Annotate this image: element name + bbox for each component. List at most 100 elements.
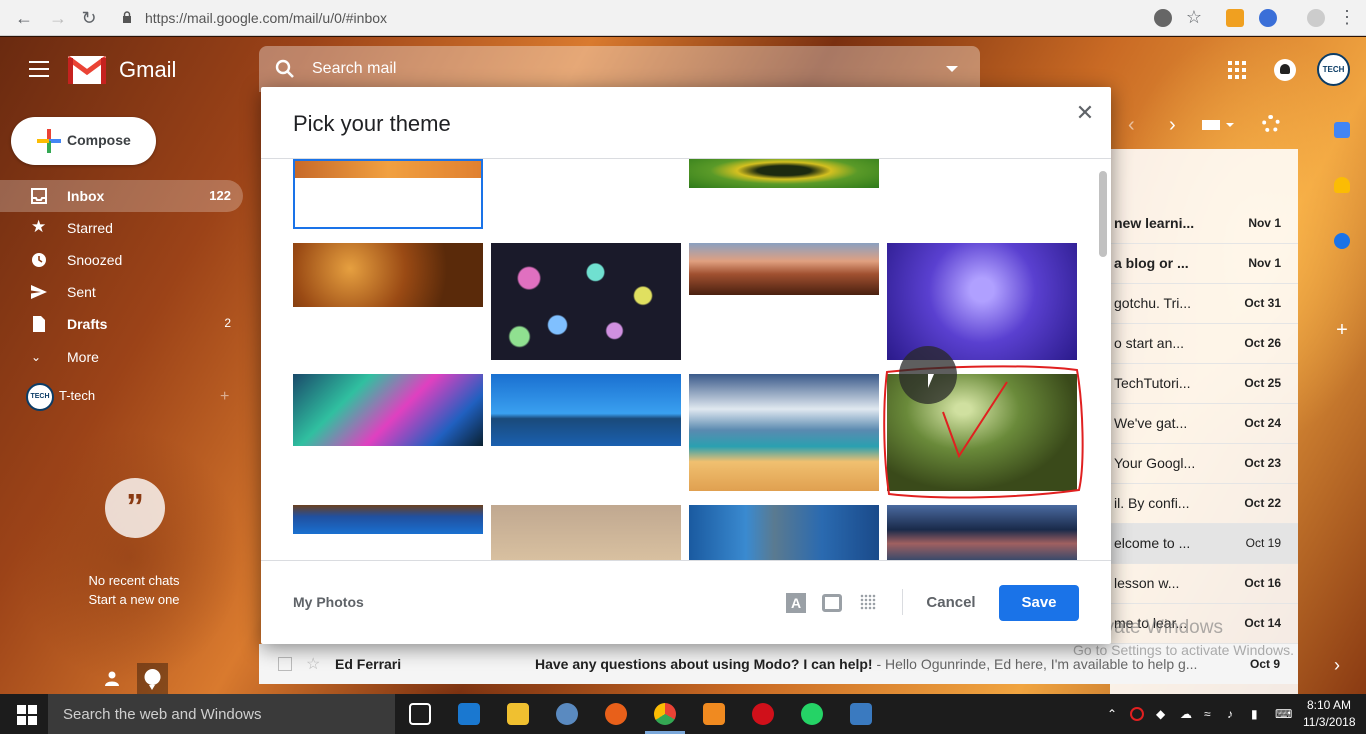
search-options-icon[interactable]	[946, 66, 958, 72]
bookmark-star-icon[interactable]: ☆	[1182, 5, 1206, 29]
search-icon[interactable]	[275, 59, 295, 79]
list-item[interactable]: il. By confi... Oct 22	[1110, 484, 1298, 524]
row-checkbox[interactable]	[278, 657, 292, 671]
list-item[interactable]: a blog or ... Nov 1	[1110, 244, 1298, 284]
extension-blue-icon[interactable]	[1259, 9, 1277, 27]
whatsapp-icon[interactable]	[801, 703, 823, 725]
chevron-right-icon[interactable]: ›	[1334, 655, 1340, 676]
list-item[interactable]: Your Googl... Oct 23	[1110, 444, 1298, 484]
address-bar[interactable]: https://mail.google.com/mail/u/0/#inbox	[145, 10, 387, 26]
compose-button[interactable]: Compose	[11, 117, 156, 165]
clock-time[interactable]: 8:10 AM	[1307, 698, 1351, 712]
sidebar-item-sent[interactable]: Sent	[0, 276, 243, 308]
theme-thumbnail-beach[interactable]	[689, 374, 879, 491]
wifi-icon[interactable]: ≈	[1204, 707, 1211, 721]
profile-icon[interactable]	[1307, 9, 1325, 27]
hangouts-account-name[interactable]: T-tech	[59, 388, 95, 403]
sidebar-item-snoozed[interactable]: Snoozed	[0, 244, 243, 276]
file-explorer-icon[interactable]	[507, 703, 529, 725]
cloud-icon[interactable]: ☁	[1180, 707, 1192, 721]
theme-thumbnail-autumn-leaves[interactable]	[293, 243, 483, 307]
my-photos-link[interactable]: My Photos	[293, 594, 364, 610]
row-date: Oct 24	[1244, 416, 1281, 430]
windows-start-icon[interactable]	[17, 705, 37, 725]
reload-icon[interactable]: ↻	[77, 6, 101, 30]
task-view-icon[interactable]	[409, 703, 431, 725]
newer-icon[interactable]: ‹	[1128, 114, 1135, 137]
theme-thumbnail-lake[interactable]	[491, 374, 681, 446]
opera-icon[interactable]	[752, 703, 774, 725]
star-icon[interactable]: ☆	[306, 654, 320, 674]
theme-thumbnail-canyon-sunset[interactable]	[689, 243, 879, 295]
text-background-icon[interactable]: A	[786, 593, 806, 613]
theme-thumbnail-tree-sky[interactable]	[293, 505, 483, 534]
sidebar-item-starred[interactable]: ★ Starred	[0, 212, 243, 244]
theme-thumbnail-sand[interactable]	[491, 505, 681, 560]
clock-date[interactable]: 11/3/2018	[1303, 715, 1356, 729]
list-item[interactable]: o start an... Oct 26	[1110, 324, 1298, 364]
blur-icon[interactable]	[860, 594, 876, 610]
main-menu-icon[interactable]	[29, 61, 49, 77]
row-subject: gotchu. Tri...	[1114, 295, 1192, 311]
keyboard-icon[interactable]: ⌨	[1275, 707, 1292, 721]
sidebar-item-inbox[interactable]: Inbox 122	[0, 180, 243, 212]
extension-key-icon[interactable]	[1226, 9, 1244, 27]
back-icon[interactable]: ←	[12, 6, 36, 30]
cancel-button[interactable]: Cancel	[918, 585, 984, 621]
list-item[interactable]: gotchu. Tri... Oct 31	[1110, 284, 1298, 324]
firefox-icon[interactable]	[605, 703, 627, 725]
chevron-up-icon[interactable]: ⌃	[1107, 707, 1117, 721]
paint-icon[interactable]	[850, 703, 872, 725]
sidebar-item-drafts[interactable]: Drafts 2	[0, 308, 243, 340]
unread-count: 122	[209, 188, 231, 203]
chrome-icon[interactable]	[654, 703, 676, 725]
chevron-down-icon[interactable]	[1226, 123, 1234, 127]
list-item[interactable]: We've gat... Oct 24	[1110, 404, 1298, 444]
input-tools-icon[interactable]	[1202, 120, 1220, 130]
theme-thumbnail-storm-clouds[interactable]	[887, 505, 1077, 560]
theme-thumbnail-canyon[interactable]	[293, 159, 483, 229]
dropbox-icon[interactable]: ◆	[1156, 707, 1165, 721]
uc-browser-icon[interactable]	[703, 703, 725, 725]
sidebar-item-more[interactable]: ⌄ More	[0, 341, 243, 373]
menu-dots-icon[interactable]: ⋮	[1335, 5, 1359, 29]
tasks-icon[interactable]	[1334, 233, 1350, 249]
start-chat-link[interactable]: Start a new one	[0, 590, 268, 609]
list-item[interactable]: lesson w... Oct 16	[1110, 564, 1298, 604]
theme-thumbnail-bokeh[interactable]	[491, 243, 681, 360]
theme-thumbnail-caterpillar[interactable]	[689, 159, 879, 188]
hangouts-chat-tab[interactable]	[137, 663, 168, 694]
row-subject: o start an...	[1114, 335, 1185, 351]
safari-icon[interactable]	[556, 703, 578, 725]
google-apps-icon[interactable]	[1228, 61, 1246, 79]
person-icon[interactable]	[104, 670, 120, 686]
close-icon[interactable]: ✕	[1075, 102, 1095, 124]
account-avatar[interactable]: TECH	[1317, 53, 1350, 86]
search-input[interactable]: Search mail	[312, 60, 396, 78]
notifications-icon[interactable]	[1274, 59, 1296, 81]
volume-icon[interactable]: ♪	[1227, 707, 1233, 721]
taskbar-search-input[interactable]: Search the web and Windows	[63, 706, 261, 723]
older-icon[interactable]: ›	[1169, 114, 1176, 137]
add-addon-icon[interactable]: +	[1334, 320, 1350, 340]
forward-icon[interactable]: →	[46, 6, 70, 30]
gear-icon[interactable]	[1262, 115, 1280, 133]
battery-icon[interactable]: ▮	[1251, 707, 1258, 721]
calendar-icon[interactable]	[1334, 122, 1350, 138]
keep-icon[interactable]	[1334, 177, 1350, 193]
add-contact-icon[interactable]: +	[220, 388, 229, 406]
extension-icon[interactable]	[1154, 9, 1172, 27]
theme-thumbnail-rainbow-bubble[interactable]	[293, 374, 483, 446]
scrollbar[interactable]	[1099, 171, 1107, 257]
theme-thumbnail-jellyfish[interactable]	[887, 243, 1077, 360]
save-button[interactable]: Save	[999, 585, 1079, 621]
edge-icon[interactable]	[458, 703, 480, 725]
theme-thumbnail-skyscraper[interactable]	[689, 505, 879, 560]
vignette-icon[interactable]	[822, 594, 842, 612]
hangouts-avatar[interactable]: TECH	[26, 383, 54, 411]
record-icon[interactable]	[1130, 707, 1144, 721]
list-item[interactable]: elcome to ... Oct 19	[1110, 524, 1298, 564]
list-item[interactable]: new learni... Nov 1	[1110, 204, 1298, 244]
list-item[interactable]: TechTutori... Oct 25	[1110, 364, 1298, 404]
row-date: Oct 23	[1244, 456, 1281, 470]
